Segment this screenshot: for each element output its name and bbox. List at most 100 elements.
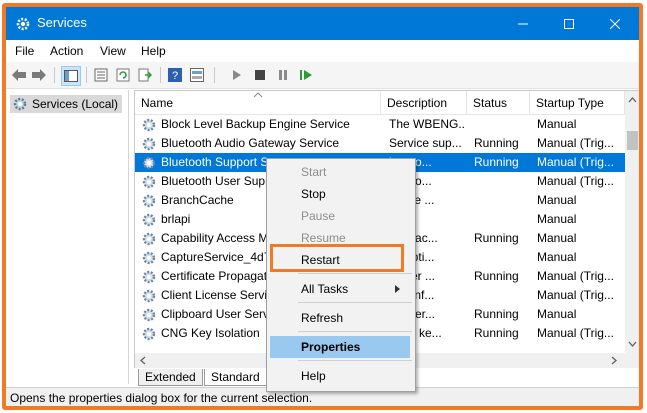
service-gear-icon xyxy=(142,194,156,208)
maximize-icon xyxy=(564,18,574,29)
service-startup-type: Manual (Trig... xyxy=(537,269,614,283)
show-tree-button[interactable] xyxy=(61,66,81,86)
toolbar-separator xyxy=(160,67,161,83)
tab-extended[interactable]: Extended xyxy=(138,369,203,386)
scroll-right-icon[interactable] xyxy=(611,356,617,365)
console-tree-icon xyxy=(64,70,78,82)
stop-icon xyxy=(255,70,265,80)
menu-view[interactable]: View xyxy=(100,44,126,58)
help-tool-button[interactable]: ? xyxy=(166,66,184,84)
help-icon: ? xyxy=(168,68,182,82)
start-service-button[interactable] xyxy=(228,66,246,84)
service-status: Running xyxy=(474,155,519,169)
column-name-label: Name xyxy=(141,96,174,110)
sort-ascending-icon xyxy=(253,92,263,98)
tree-item-label: Services (Local) xyxy=(32,97,119,111)
tree-item-services-local[interactable]: Services (Local) xyxy=(10,95,123,113)
stop-service-button[interactable] xyxy=(251,66,269,84)
service-status xyxy=(474,248,530,267)
scroll-up-icon[interactable] xyxy=(628,97,637,103)
service-startup-type: Manual xyxy=(537,212,577,226)
window-title: Services xyxy=(37,15,87,30)
back-arrow-icon xyxy=(12,69,26,81)
service-status xyxy=(474,172,530,191)
service-startup-type: Manual xyxy=(537,307,577,321)
service-status: Running xyxy=(474,326,519,340)
column-header-name[interactable]: Name xyxy=(135,91,381,114)
service-startup-type: Manual (Trig... xyxy=(537,326,614,340)
service-startup-type: Manual xyxy=(537,193,577,207)
pause-icon xyxy=(279,70,287,80)
service-gear-icon xyxy=(142,137,156,151)
service-gear-icon xyxy=(142,213,156,227)
context-stop[interactable]: Stop xyxy=(270,183,410,205)
service-status xyxy=(474,115,530,134)
properties-icon xyxy=(94,68,108,82)
service-status: Running xyxy=(474,136,519,150)
export-list-button[interactable] xyxy=(136,66,154,84)
all-tasks-label: All Tasks xyxy=(301,282,349,296)
list-header: Name Description Status Startup Type xyxy=(135,91,625,115)
toolbar-separator xyxy=(214,67,215,83)
table-row[interactable]: Bluetooth Audio Gateway Service Service s… xyxy=(135,134,625,153)
service-status xyxy=(474,210,530,229)
svg-text:?: ? xyxy=(172,70,178,82)
maximize-button[interactable] xyxy=(546,7,592,40)
service-startup-type: Manual (Trig... xyxy=(537,288,614,302)
column-header-status[interactable]: Status xyxy=(467,91,530,114)
table-row[interactable]: Block Level Backup Engine Service The WBE… xyxy=(135,115,625,134)
column-header-description[interactable]: Description xyxy=(381,91,467,114)
properties-tool-button[interactable] xyxy=(92,66,110,84)
context-separator xyxy=(298,273,412,274)
toolbar-separator xyxy=(86,67,87,83)
export-icon xyxy=(138,68,152,82)
scroll-down-icon[interactable] xyxy=(628,341,637,347)
context-separator xyxy=(298,331,412,332)
service-name: Block Level Backup Engine Service xyxy=(161,117,350,131)
context-refresh[interactable]: Refresh xyxy=(270,307,410,329)
context-properties[interactable]: Properties xyxy=(270,336,410,358)
service-status: Running xyxy=(474,231,519,245)
service-startup-type: Manual (Trig... xyxy=(537,155,614,169)
refresh-icon xyxy=(116,68,130,82)
service-gear-icon xyxy=(142,270,156,284)
services-gear-icon xyxy=(13,97,27,111)
service-startup-type: Manual (Trig... xyxy=(537,136,614,150)
forward-arrow-icon xyxy=(32,69,46,81)
menu-action[interactable]: Action xyxy=(50,44,83,58)
scroll-left-icon[interactable] xyxy=(140,356,146,365)
refresh-tool-button[interactable] xyxy=(114,66,132,84)
service-status xyxy=(474,191,530,210)
close-button[interactable] xyxy=(592,7,638,40)
forward-button[interactable] xyxy=(30,66,48,84)
menu-help[interactable]: Help xyxy=(141,44,166,58)
action-pane-button[interactable] xyxy=(188,66,206,84)
service-status: Running xyxy=(474,269,519,283)
service-gear-icon xyxy=(142,232,156,246)
tab-standard[interactable]: Standard xyxy=(204,369,267,386)
service-gear-icon xyxy=(142,289,156,303)
menu-bar: File Action View Help xyxy=(6,40,639,62)
services-gear-icon xyxy=(16,17,30,31)
toolbar-separator xyxy=(54,67,55,83)
context-help[interactable]: Help xyxy=(270,365,410,387)
menu-file[interactable]: File xyxy=(15,44,34,58)
status-text: Opens the properties dialog box for the … xyxy=(10,391,313,405)
service-description: Service sup... xyxy=(389,136,462,150)
context-pause[interactable]: Pause xyxy=(270,205,410,227)
vertical-scroll-thumb[interactable] xyxy=(627,131,638,150)
minimize-icon xyxy=(518,23,528,24)
pause-service-button[interactable] xyxy=(274,66,292,84)
context-all-tasks[interactable]: All Tasks xyxy=(270,278,410,300)
column-header-startup-type[interactable]: Startup Type xyxy=(530,91,625,114)
service-status: Running xyxy=(474,307,519,321)
close-icon xyxy=(610,18,620,29)
service-gear-icon xyxy=(142,156,156,170)
back-button[interactable] xyxy=(10,66,28,84)
vertical-scrollbar[interactable] xyxy=(625,91,639,368)
service-gear-icon xyxy=(142,308,156,322)
context-separator xyxy=(298,360,412,361)
minimize-button[interactable] xyxy=(500,7,546,40)
restart-service-button[interactable] xyxy=(297,66,315,84)
context-start[interactable]: Start xyxy=(270,161,410,183)
